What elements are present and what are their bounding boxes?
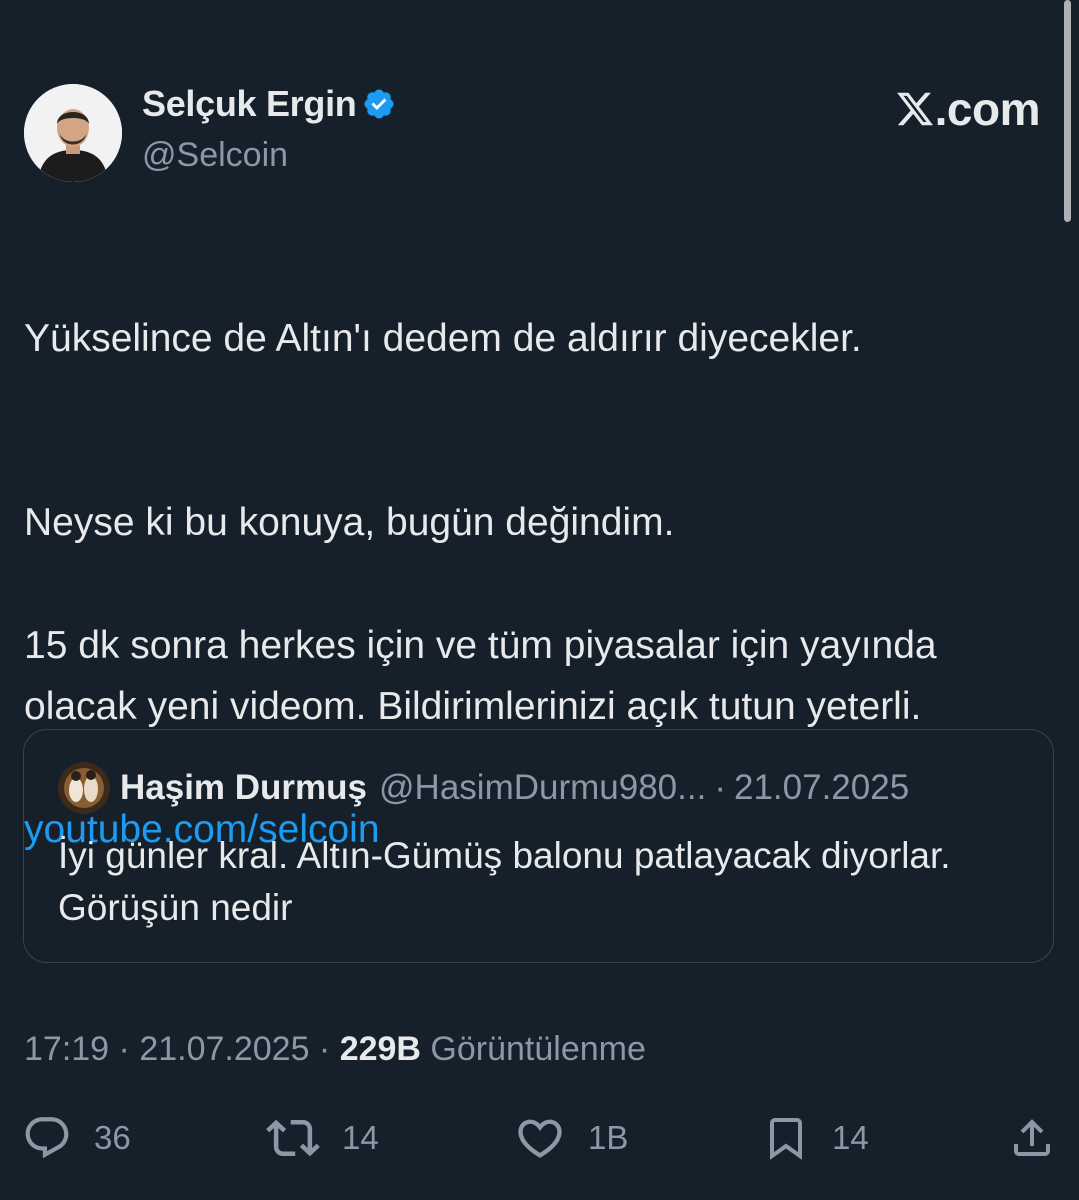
tweet-screenshot: Selçuk Ergin @Selcoin .com Yükselince de… [0,0,1079,1200]
heart-icon [518,1119,562,1158]
bookmark-icon [770,1118,802,1160]
author-display-name[interactable]: Selçuk Ergin [142,84,357,124]
retweet-icon [266,1119,320,1157]
retweet-button[interactable]: 14 [266,1108,379,1168]
tweet-date[interactable]: 21.07.2025 [139,1030,309,1068]
quoted-tweet-header: Haşim Durmuş @HasimDurmu980... · 21.07.2… [58,762,909,814]
quoted-tweet-date: 21.07.2025 [733,768,910,807]
author-handle[interactable]: @Selcoin [142,136,396,174]
tweet-actions: 36 14 1B 14 [0,1108,1079,1168]
views-count: 229B [339,1030,421,1068]
meta-separator: · [309,1030,340,1068]
tweet-paragraph: Neyse ki bu konuya, bugün değindim. [24,500,675,544]
tweet-paragraph: 15 dk sonra herkes için ve tüm piyasalar… [24,623,937,729]
quoted-author-avatar[interactable] [58,762,110,814]
brand-watermark: .com [895,83,1041,135]
tweet-header: Selçuk Ergin @Selcoin .com [24,84,1054,184]
quoted-author-display-name[interactable]: Haşim Durmuş [120,768,367,808]
share-icon [1014,1119,1050,1156]
quoted-author-avatar-image [58,762,110,814]
quoted-tweet[interactable]: Haşim Durmuş @HasimDurmu980... · 21.07.2… [23,729,1054,963]
reply-icon [25,1117,69,1159]
author-names: Selçuk Ergin @Selcoin [142,84,396,174]
bookmark-button[interactable]: 14 [762,1108,869,1168]
share-button[interactable] [1008,1108,1056,1168]
scrollbar[interactable] [1064,0,1071,222]
separator-dot: · [714,768,726,807]
bookmark-count: 14 [832,1119,869,1156]
like-count: 1B [588,1119,629,1156]
brand-text: .com [934,83,1041,135]
tweet-time[interactable]: 17:19 [24,1030,109,1068]
tweet-paragraph: Yükselince de Altın'ı dedem de aldırır d… [24,316,862,360]
x-logo-icon [896,92,933,126]
quoted-author-handle[interactable]: @HasimDurmu980... [379,768,706,808]
quoted-tweet-text: İyi günler kral. Altın-Gümüş balonu patl… [58,835,951,928]
author-avatar[interactable] [24,84,122,182]
reply-count: 36 [94,1119,131,1156]
retweet-count: 14 [342,1119,379,1156]
views-label: Görüntülenme [420,1030,646,1068]
like-button[interactable]: 1B [514,1108,628,1168]
verified-badge-icon [364,89,395,119]
meta-separator: · [109,1030,140,1068]
author-avatar-image [24,84,122,182]
reply-button[interactable]: 36 [22,1108,131,1168]
tweet-meta: 17:19 · 21.07.2025 · 229B Görüntülenme [24,1028,646,1070]
